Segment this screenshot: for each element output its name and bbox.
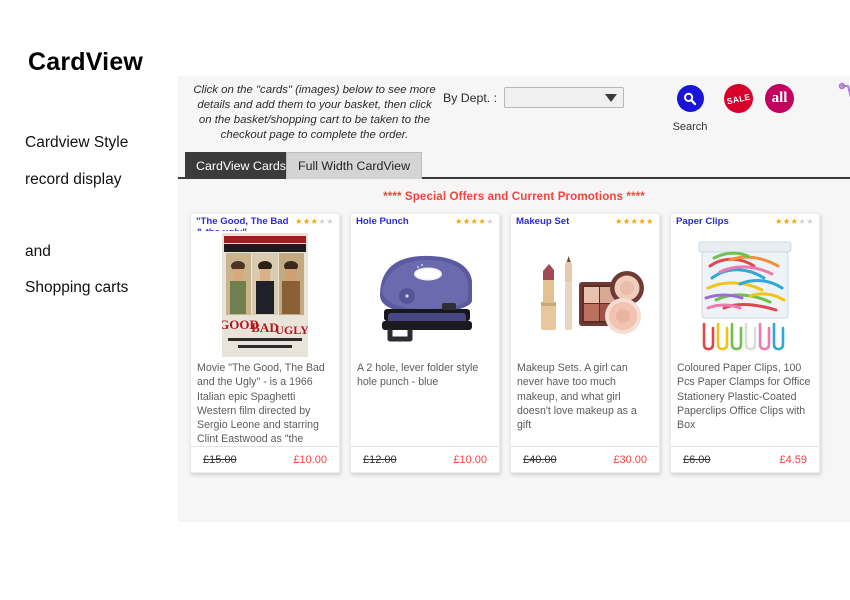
card-footer: £15.00 £10.00 bbox=[191, 446, 339, 472]
page-desc-line-2: record display bbox=[25, 171, 122, 188]
page-title: CardView bbox=[28, 48, 144, 76]
tab-bar: CardView Cards Full Width CardView bbox=[178, 152, 850, 179]
tab-full-width-cardview[interactable]: Full Width CardView bbox=[286, 152, 423, 179]
page-desc-line-3: and bbox=[25, 243, 51, 260]
instructions-text: Click on the "cards" (images) below to s… bbox=[193, 84, 436, 141]
page-desc-line-4: Shopping carts bbox=[25, 279, 129, 296]
card-image: GOOD BAD UGLY bbox=[191, 231, 339, 359]
all-badge-icon[interactable]: all bbox=[765, 84, 794, 113]
card-title: Paper Clips bbox=[676, 216, 729, 227]
makeup-set-icon bbox=[523, 240, 647, 350]
price-original: £12.00 bbox=[363, 453, 397, 466]
card-description: Movie "The Good, The Bad and the Ugly" -… bbox=[197, 362, 325, 446]
department-select[interactable] bbox=[504, 87, 624, 108]
hole-punch-icon bbox=[380, 255, 472, 342]
card-title: Makeup Set bbox=[516, 216, 570, 227]
card-header: "The Good, The Bad & the ugly" ★★★★★ bbox=[191, 214, 339, 231]
rating-stars: ★★★★★ bbox=[775, 217, 814, 226]
search-button[interactable]: Search bbox=[668, 82, 712, 133]
price-sale: £30.00 bbox=[613, 453, 647, 466]
header-icon-bar: Search SALE all bbox=[668, 81, 850, 133]
search-label: Search bbox=[672, 121, 708, 133]
paper-clips-icon bbox=[690, 236, 800, 354]
chevron-down-icon bbox=[605, 93, 617, 102]
cardview-app-panel: Click on the "cards" (images) below to s… bbox=[178, 76, 850, 522]
search-icon bbox=[676, 85, 704, 112]
card-footer: £40.00 £30.00 bbox=[511, 446, 659, 472]
tab-cardview-cards[interactable]: CardView Cards bbox=[185, 152, 297, 179]
shopping-cart-icon bbox=[838, 82, 850, 98]
card-title: "The Good, The Bad & the ugly" bbox=[196, 216, 289, 231]
page-description-column: CardView Cardview Style record display a… bbox=[0, 0, 178, 600]
card-description: A 2 hole, lever folder style hole punch … bbox=[357, 362, 479, 389]
shopping-cart-button[interactable] bbox=[836, 82, 850, 126]
svg-text:UGLY: UGLY bbox=[275, 323, 308, 337]
product-card[interactable]: Makeup Set ★★★★★ Makeup Sets. A girl can… bbox=[510, 213, 660, 473]
movie-poster-icon: GOOD BAD UGLY bbox=[222, 233, 308, 357]
card-header: Paper Clips ★★★★★ bbox=[671, 214, 819, 231]
card-footer: £12.00 £10.00 bbox=[351, 446, 499, 472]
product-card[interactable]: Paper Clips ★★★★★ Coloured Paper Clips, … bbox=[670, 213, 820, 473]
card-description: Makeup Sets. A girl can never have too m… bbox=[517, 362, 637, 432]
app-header: Click on the "cards" (images) below to s… bbox=[178, 76, 850, 148]
card-footer: £6.00 £4.59 bbox=[671, 446, 819, 472]
card-image bbox=[511, 231, 659, 359]
card-description: Coloured Paper Clips, 100 Pcs Paper Clam… bbox=[677, 362, 811, 432]
card-header: Makeup Set ★★★★★ bbox=[511, 214, 659, 231]
rating-stars: ★★★★★ bbox=[455, 217, 494, 226]
card-header: Hole Punch ★★★★★ bbox=[351, 214, 499, 231]
page-desc-line-1: Cardview Style bbox=[25, 134, 129, 151]
rating-stars: ★★★★★ bbox=[615, 217, 654, 226]
price-original: £15.00 bbox=[203, 453, 237, 466]
product-card[interactable]: "The Good, The Bad & the ugly" ★★★★★ bbox=[190, 213, 340, 473]
price-original: £6.00 bbox=[683, 453, 711, 466]
rating-stars: ★★★★★ bbox=[295, 217, 334, 226]
price-sale: £10.00 bbox=[453, 453, 487, 466]
promotions-banner: **** Special Offers and Current Promotio… bbox=[383, 190, 645, 203]
card-image bbox=[671, 231, 819, 359]
price-original: £40.00 bbox=[523, 453, 557, 466]
department-label: By Dept. : bbox=[443, 90, 497, 105]
card-image bbox=[351, 231, 499, 359]
price-sale: £4.59 bbox=[779, 453, 807, 466]
product-card[interactable]: Hole Punch ★★★★★ A 2 hole, lever folder … bbox=[350, 213, 500, 473]
cards-content-area: **** Special Offers and Current Promotio… bbox=[178, 181, 850, 522]
price-sale: £10.00 bbox=[293, 453, 327, 466]
sale-badge-icon[interactable]: SALE bbox=[721, 81, 756, 116]
card-row: "The Good, The Bad & the ugly" ★★★★★ bbox=[178, 203, 850, 473]
department-filter: By Dept. : bbox=[443, 87, 624, 108]
card-title: Hole Punch bbox=[356, 216, 409, 227]
screenshot-root: CardView Cardview Style record display a… bbox=[0, 0, 850, 600]
